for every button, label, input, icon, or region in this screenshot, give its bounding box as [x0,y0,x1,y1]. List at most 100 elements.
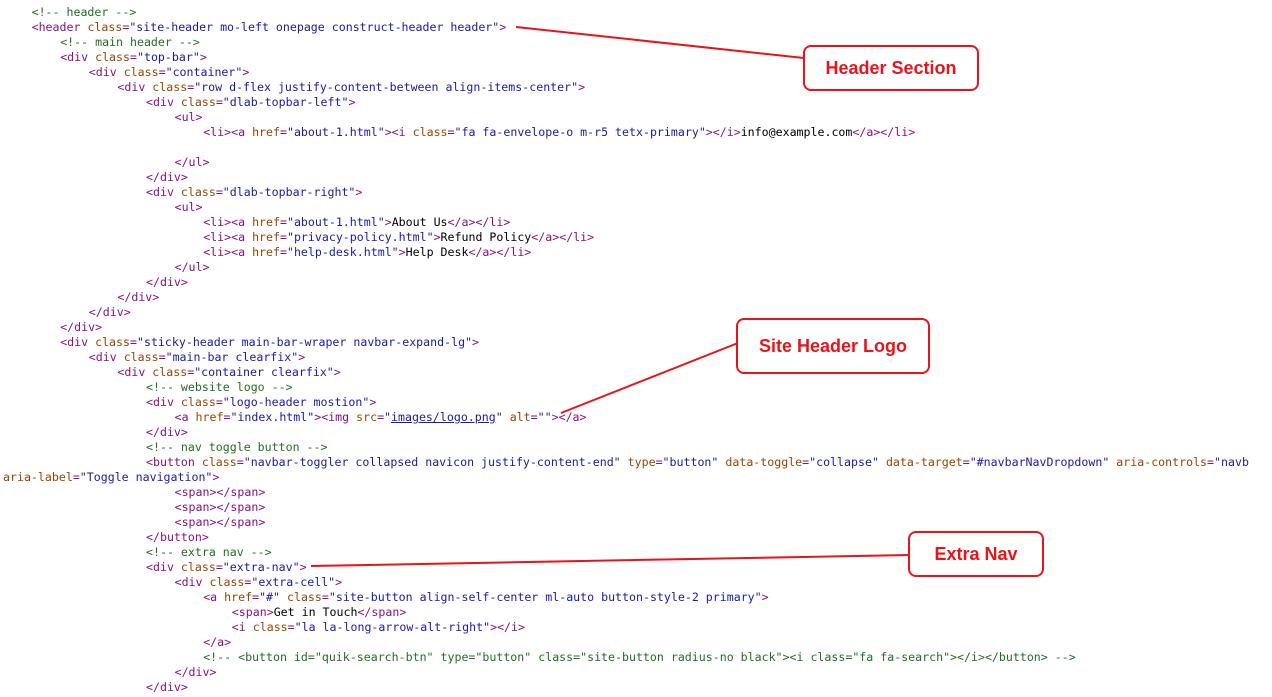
code-token: = [236,455,244,469]
code-token: About Us [391,215,448,229]
code-token: <div [146,395,181,409]
code-token: = [279,125,287,139]
code-line: </a> [203,635,231,650]
code-token: <span> [231,605,274,619]
code-line: <span></span> [175,500,266,515]
code-token: > [299,560,307,574]
code-token: <div [146,95,181,109]
code-token: href [224,590,253,604]
code-token: <div [174,575,210,589]
code-link[interactable]: images/logo.png [391,410,496,424]
code-token: </div> [117,290,160,304]
code-token: "privacy-policy.html" [286,230,434,244]
code-token: <span></span> [174,515,266,529]
code-token: </span> [357,605,407,619]
code-token: > [199,50,207,64]
code-token: class [87,20,123,34]
code-token: <div [88,350,124,364]
code-token: = [447,125,455,139]
code-token: > [499,20,507,34]
code-token: = [321,590,329,604]
code-token: > [384,215,392,229]
code-token: </a></li> [531,230,595,244]
code-token: <!-- main header --> [60,35,200,49]
code-token: = [72,470,80,484]
code-line: <!-- nav toggle button --> [146,440,327,455]
code-token: = [962,455,970,469]
code-line: <div class="container clearfix"> [117,365,340,380]
code-token: <li><a [203,125,253,139]
code-token: <a [203,590,225,604]
code-line: <li><a href="about-1.html"><i class="fa … [203,125,915,140]
code-line: <div class="container"> [89,65,250,80]
code-line: <li><a href="about-1.html">About Us</a><… [203,215,510,230]
code-token: "about-1.html" [286,125,385,139]
code-line: </div> [175,665,217,680]
code-token: Refund Policy [440,230,532,244]
code-token: data-target [885,455,963,469]
code-token: </div> [146,170,188,184]
code-token: "#" [259,590,280,604]
code-line: <!-- website logo --> [146,380,293,395]
code-token: = [130,50,137,64]
source-code-view: <!-- header --> <header class="site-heade… [0,0,1272,697]
code-token: </button> [146,530,209,544]
code-line: <span></span> [175,515,266,530]
code-token: > [298,350,306,364]
code-token: = [215,95,223,109]
code-token: "site-button align-self-center ml-auto b… [328,590,762,604]
code-token: <div [146,560,181,574]
code-line: <div class="sticky-header main-bar-wrape… [60,335,479,350]
code-token: "top-bar" [136,50,200,64]
code-line: aria-label="Toggle navigation"> [3,470,219,485]
code-line: </div> [146,680,188,695]
code-token: class [123,65,159,79]
code-token: href [252,125,280,139]
code-token: <i [231,620,253,634]
code-token: class [209,575,245,589]
code-token: </div> [146,425,188,439]
code-token: </ul> [174,155,210,169]
code-token: </a></li> [447,215,511,229]
code-token: href [252,230,280,244]
code-token: ></i> [490,620,525,634]
code-token: ></i> [705,125,741,139]
code-token: aria-label [3,470,73,484]
code-token: > [472,335,480,349]
code-token: > [433,230,441,244]
code-token: "row d-flex justify-content-between alig… [194,80,579,94]
code-line: </div> [146,170,188,185]
code-token: "container clearfix" [194,365,334,379]
code-token: "dlab-topbar-right" [222,185,356,199]
code-token: "button" [662,455,719,469]
code-line: <div class="extra-cell"> [175,575,343,590]
code-line: <!-- extra nav --> [146,545,272,560]
code-line: </div> [146,275,188,290]
code-token: "" [537,410,552,424]
code-line: </div> [89,305,131,320]
code-token: "la la-long-arrow-alt-right" [294,620,491,634]
code-line: <button class="navbar-toggler collapsed … [146,455,1249,470]
code-token: " [495,410,503,424]
code-token: data-toggle [725,455,803,469]
code-token: Help Desk [405,245,469,259]
code-line: <!-- <button id="quik-search-btn" type="… [203,650,1076,665]
code-token: = [130,335,137,349]
code-token: class [180,95,216,109]
code-token: </div> [60,320,103,334]
code-token: class [286,590,322,604]
code-token: </div> [146,275,188,289]
code-token: class [152,80,188,94]
code-token: "index.html" [230,410,315,424]
code-token: <a [174,410,196,424]
code-token: <ul> [174,110,203,124]
code-token: ></a> [551,410,587,424]
code-token: = [158,350,166,364]
code-token: <span></span> [174,500,266,514]
code-line: <ul> [175,200,203,215]
code-token: > [242,65,250,79]
code-token: ><img [314,410,357,424]
code-token: <div [60,335,96,349]
